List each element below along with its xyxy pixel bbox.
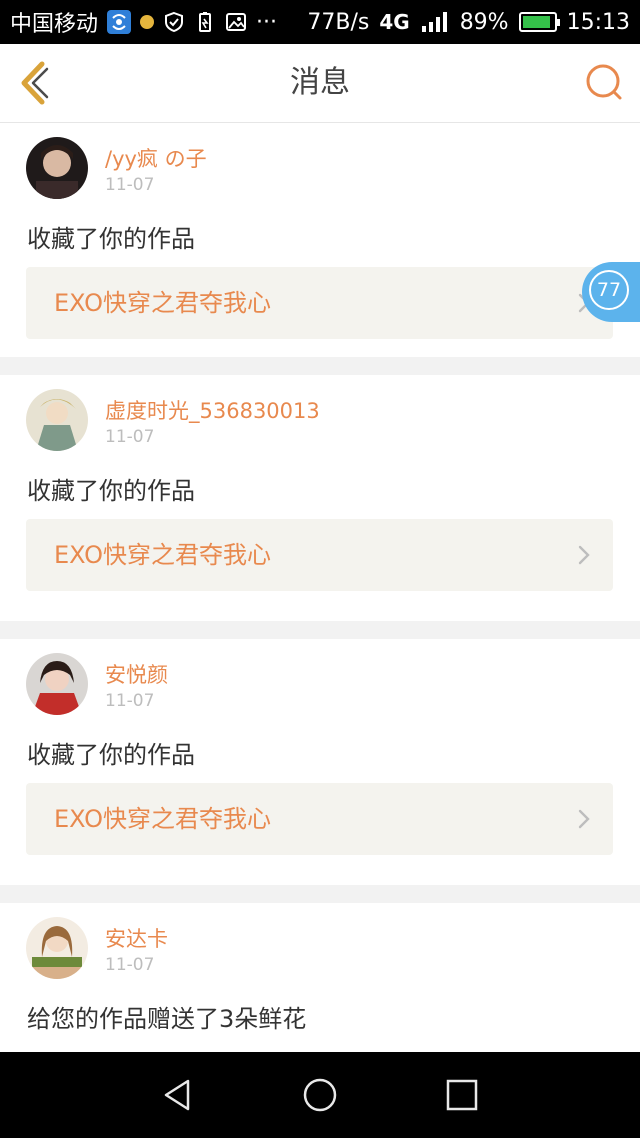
avatar[interactable] — [26, 653, 88, 715]
notification-dot-icon — [140, 15, 155, 29]
image-icon — [226, 13, 247, 31]
work-link[interactable]: EXO快穿之君夺我心 — [26, 519, 613, 591]
page-title: 消息 — [290, 65, 350, 100]
username[interactable]: 虚度时光_536830013 — [105, 395, 320, 425]
divider — [0, 885, 640, 903]
username[interactable]: 安达卡 — [105, 923, 168, 953]
square-recents-icon[interactable] — [444, 1077, 480, 1113]
message-action: 收藏了你的作品 — [27, 741, 195, 769]
circle-home-icon[interactable] — [302, 1077, 338, 1113]
signal-icon — [421, 12, 447, 32]
battery-alert-icon — [199, 12, 212, 32]
battery-icon — [518, 12, 560, 32]
battery-percent: 89% — [459, 9, 509, 35]
floating-badge-count: 77 — [589, 270, 629, 310]
shield-icon — [165, 11, 184, 33]
search-button[interactable] — [584, 62, 624, 102]
divider — [0, 621, 640, 639]
carrier-name: 中国移动 — [10, 12, 99, 37]
network-type: 4G — [379, 10, 410, 34]
clock: 15:13 — [566, 9, 630, 35]
app-header: 消息 — [0, 44, 640, 123]
message-date: 11-07 — [105, 955, 155, 975]
triangle-back-icon[interactable] — [160, 1077, 196, 1113]
status-bar: 中国移动 ··· 77B/s 4G 89% 15:13 — [0, 0, 640, 44]
search-icon — [586, 64, 622, 100]
work-title: EXO快穿之君夺我心 — [54, 289, 271, 317]
message-card: 安达卡 11-07 给您的作品赠送了3朵鲜花 — [0, 903, 640, 1063]
chevron-right-icon — [578, 809, 590, 829]
floating-badge[interactable]: 77 — [582, 262, 640, 322]
message-action: 收藏了你的作品 — [27, 225, 195, 253]
message-card: 虚度时光_536830013 11-07 收藏了你的作品 EXO快穿之君夺我心 — [0, 375, 640, 621]
work-link[interactable]: EXO快穿之君夺我心 — [26, 267, 613, 339]
more-icon: ··· — [256, 9, 277, 35]
message-card: 安悦颜 11-07 收藏了你的作品 EXO快穿之君夺我心 — [0, 639, 640, 885]
divider — [0, 357, 640, 375]
username[interactable]: 安悦颜 — [105, 659, 168, 689]
message-card: /yy疯 の子 11-07 收藏了你的作品 EXO快穿之君夺我心 — [0, 123, 640, 357]
username[interactable]: /yy疯 の子 — [105, 143, 207, 173]
avatar[interactable] — [26, 137, 88, 199]
message-action: 收藏了你的作品 — [27, 477, 195, 505]
hd-call-icon — [107, 10, 132, 34]
message-date: 11-07 — [105, 175, 155, 195]
message-date: 11-07 — [105, 427, 155, 447]
network-speed: 77B/s — [307, 9, 370, 35]
message-list: /yy疯 の子 11-07 收藏了你的作品 EXO快穿之君夺我心 虚度时光_53… — [0, 123, 640, 1063]
chevron-right-icon — [578, 545, 590, 565]
message-action: 给您的作品赠送了3朵鲜花 — [27, 1005, 307, 1033]
avatar[interactable] — [26, 917, 88, 979]
work-title: EXO快穿之君夺我心 — [54, 805, 271, 833]
avatar[interactable] — [26, 389, 88, 451]
system-nav-bar — [0, 1052, 640, 1138]
work-link[interactable]: EXO快穿之君夺我心 — [26, 783, 613, 855]
message-date: 11-07 — [105, 691, 155, 711]
work-title: EXO快穿之君夺我心 — [54, 541, 271, 569]
